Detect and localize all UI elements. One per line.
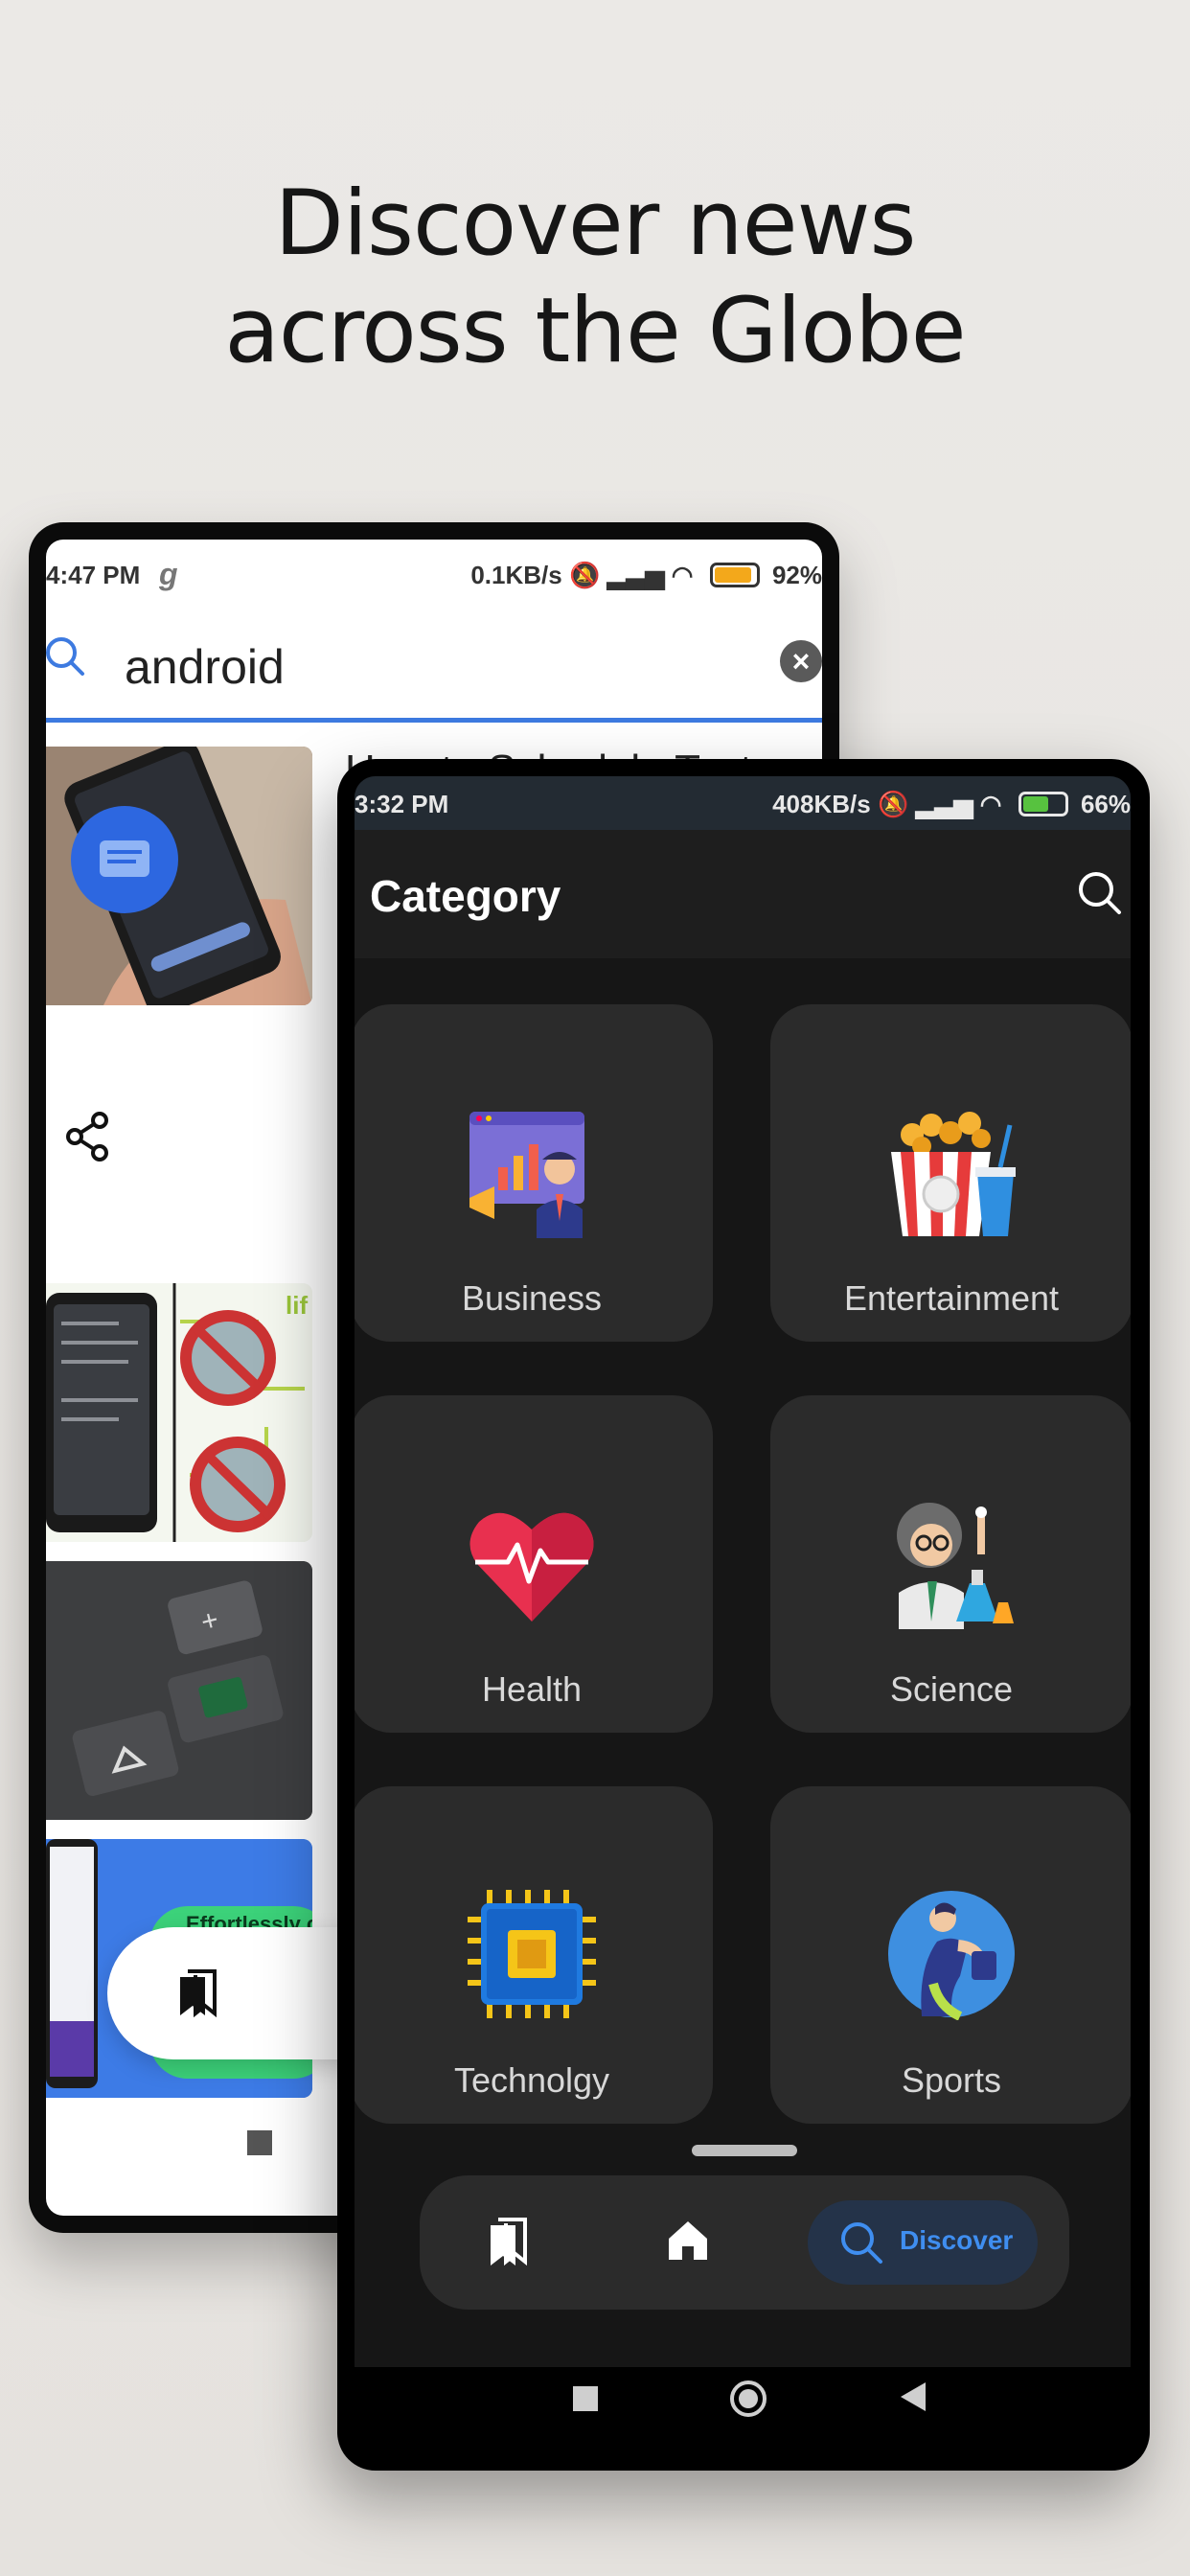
battery-level: 66%: [1080, 790, 1131, 818]
search-icon: [841, 2222, 882, 2264]
microchip-icon: [468, 1890, 596, 2018]
drag-handle[interactable]: [692, 2145, 797, 2156]
article-thumbnail[interactable]: +: [46, 1561, 312, 1820]
search-bar[interactable]: android ×: [46, 607, 822, 723]
network-speed: 0.1KB/s: [470, 561, 562, 589]
nav-recents-button[interactable]: [247, 2130, 272, 2155]
headline-line-1: Discover news: [274, 172, 917, 276]
page-title: Category: [370, 871, 561, 921]
nav-discover-label: Discover: [900, 2225, 1014, 2255]
heartbeat-icon: [469, 1512, 594, 1622]
status-right: 0.1KB/s 🔕 ▂▃▅ ◠ 92%: [470, 561, 822, 590]
status-time: 3:32 PM: [355, 790, 449, 818]
headline-line-2: across the Globe: [224, 279, 966, 383]
close-icon[interactable]: ×: [780, 640, 822, 682]
share-icon[interactable]: [65, 1111, 111, 1162]
system-navigation-bar: [355, 2367, 1131, 2446]
category-label: Entertainment: [843, 1278, 1060, 1318]
lifehacker-logo-text: lif: [286, 1291, 308, 1320]
home-icon[interactable]: [665, 2218, 711, 2264]
category-label: Sports: [901, 2060, 1002, 2100]
category-tile-science[interactable]: Science: [770, 1395, 1131, 1733]
search-icon[interactable]: [1077, 870, 1123, 916]
category-label: Health: [481, 1669, 583, 1709]
category-tile-business[interactable]: Business: [355, 1004, 713, 1342]
network-speed: 408KB/s: [772, 790, 871, 818]
category-tile-sports[interactable]: Sports: [770, 1786, 1131, 2124]
nav-back-button[interactable]: [901, 2382, 926, 2411]
app-bar: Category: [355, 830, 1131, 958]
robot-blocked-image: lif: [46, 1283, 312, 1542]
signal-icon: ▂▃▅: [915, 790, 973, 818]
search-input[interactable]: android: [125, 639, 285, 695]
weightlifter-icon: [888, 1891, 1015, 2020]
bookmarks-icon: [180, 1969, 217, 2017]
headline: Discover news across the Globe: [0, 171, 1190, 385]
wifi-icon: ◠: [671, 561, 694, 589]
front-phone: 3:32 PM 408KB/s 🔕 ▂▃▅ ◠ 66% Category Bus…: [337, 759, 1150, 2471]
battery-icon: [709, 563, 760, 587]
business-presentation-icon: [469, 1112, 584, 1238]
category-label: Science: [889, 1669, 1014, 1709]
search-icon: [46, 637, 84, 676]
status-bar: 4:47 PM g 0.1KB/s 🔕 ▂▃▅ ◠ 92%: [46, 540, 822, 607]
wifi-icon: ◠: [979, 790, 1002, 818]
bookmarks-icon[interactable]: [487, 2216, 529, 2267]
article-thumbnail[interactable]: [46, 747, 312, 1005]
popcorn-icon: [891, 1112, 1016, 1236]
bottom-navigation: Discover: [420, 2175, 1069, 2310]
category-label: Technolgy: [453, 2060, 610, 2100]
status-bar: 3:32 PM 408KB/s 🔕 ▂▃▅ ◠ 66%: [355, 776, 1131, 830]
nav-home-button[interactable]: [730, 2380, 767, 2417]
category-label: Business: [461, 1278, 603, 1318]
front-phone-screen: 3:32 PM 408KB/s 🔕 ▂▃▅ ◠ 66% Category Bus…: [355, 776, 1131, 2367]
carrier-glyph: g: [159, 557, 178, 591]
status-right: 408KB/s 🔕 ▂▃▅ ◠ 66%: [772, 790, 1131, 819]
mute-icon: 🔕: [568, 561, 601, 589]
scientist-icon: [897, 1503, 1014, 1629]
article-thumbnail[interactable]: lif: [46, 1283, 312, 1542]
category-tile-entertainment[interactable]: Entertainment: [770, 1004, 1131, 1342]
signal-icon: ▂▃▅: [606, 561, 665, 589]
phone-in-hand-image: [46, 747, 312, 1005]
category-tile-technolgy[interactable]: Technolgy: [355, 1786, 713, 2124]
keyboard-image: +: [46, 1561, 312, 1820]
battery-charging-icon: [1018, 792, 1068, 816]
status-time: 4:47 PM: [46, 561, 141, 589]
category-tile-health[interactable]: Health: [355, 1395, 713, 1733]
nav-recents-button[interactable]: [573, 2386, 598, 2411]
battery-level: 92%: [771, 561, 822, 589]
mute-icon: 🔕: [877, 790, 909, 818]
nav-discover-button[interactable]: Discover: [808, 2200, 1038, 2285]
